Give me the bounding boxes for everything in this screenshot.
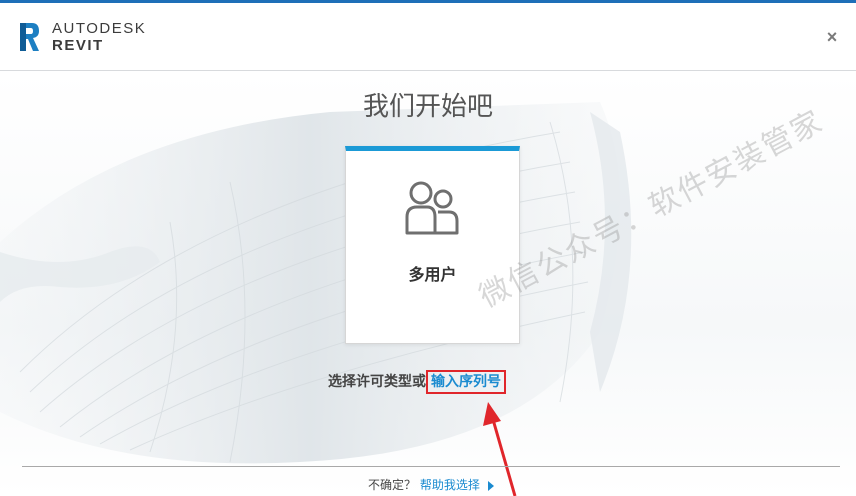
header-bar: AUTODESK REVIT ×: [0, 3, 856, 71]
enter-serial-link[interactable]: 输入序列号: [426, 370, 506, 394]
brand-autodesk: AUTODESK: [52, 20, 147, 37]
users-icon: [405, 181, 459, 235]
footer-help: 不确定？ 帮助我选择: [368, 476, 494, 493]
play-arrow-icon: [487, 480, 494, 491]
license-prompt: 选择许可类型或 输入序列号: [328, 370, 506, 394]
close-button[interactable]: ×: [822, 27, 842, 47]
main-content: 我们开始吧 多用户 选择许可类型或 输入序列号 微信公众号：软件安装管家 不确定？…: [0, 72, 856, 496]
page-title: 我们开始吧: [362, 92, 493, 122]
brand-revit: REVIT: [52, 37, 104, 54]
revit-logo-icon: [20, 23, 39, 51]
help-me-choose-link[interactable]: 帮助我选择: [420, 478, 480, 492]
license-prompt-text: 选择许可类型或: [328, 374, 426, 390]
multi-user-card[interactable]: 多用户: [345, 146, 520, 344]
footer-divider: [22, 466, 840, 467]
footer-question: 不确定？: [368, 478, 417, 492]
